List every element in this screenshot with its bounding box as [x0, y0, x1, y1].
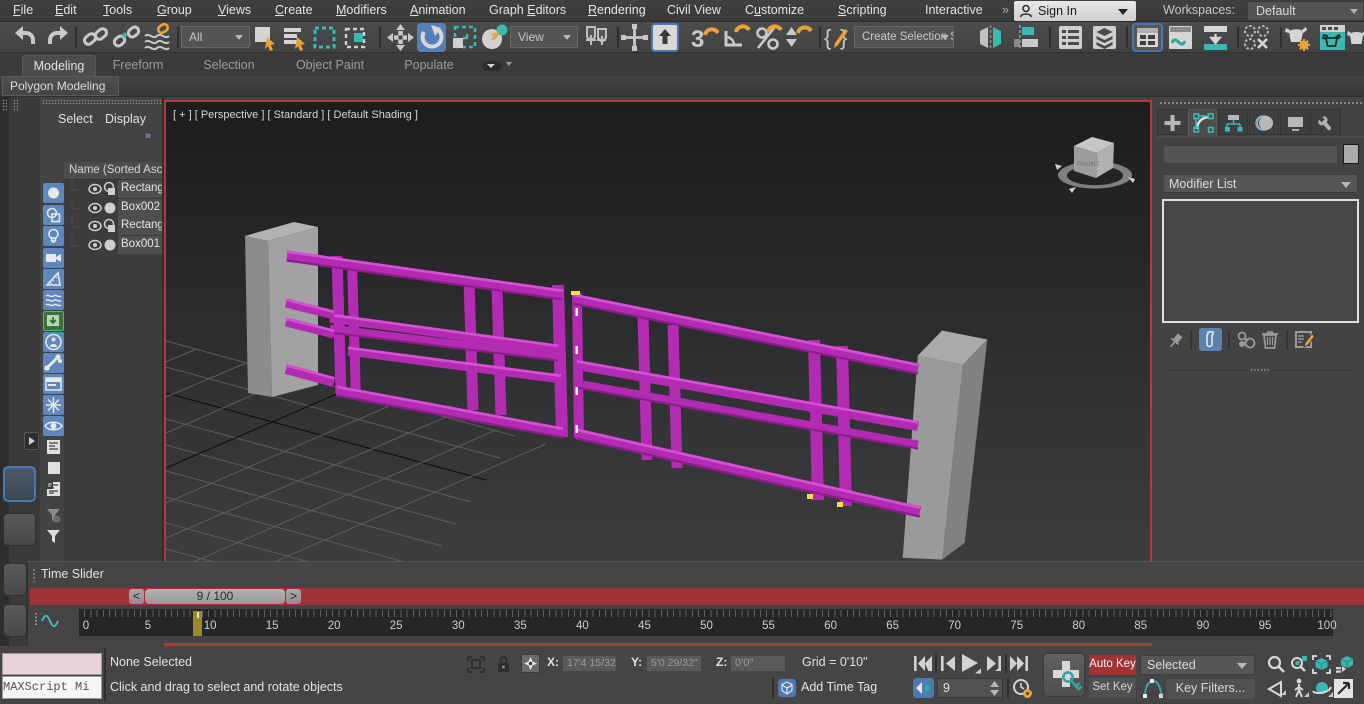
svg-text:[ + ] [ Perspective ] [ Standa: [ + ] [ Perspective ] [ Standard ] [ Def… — [173, 109, 418, 121]
svg-text:FRONT: FRONT — [1077, 161, 1099, 168]
svg-text:3: 3 — [691, 26, 704, 52]
svg-text:{: { — [824, 25, 831, 50]
